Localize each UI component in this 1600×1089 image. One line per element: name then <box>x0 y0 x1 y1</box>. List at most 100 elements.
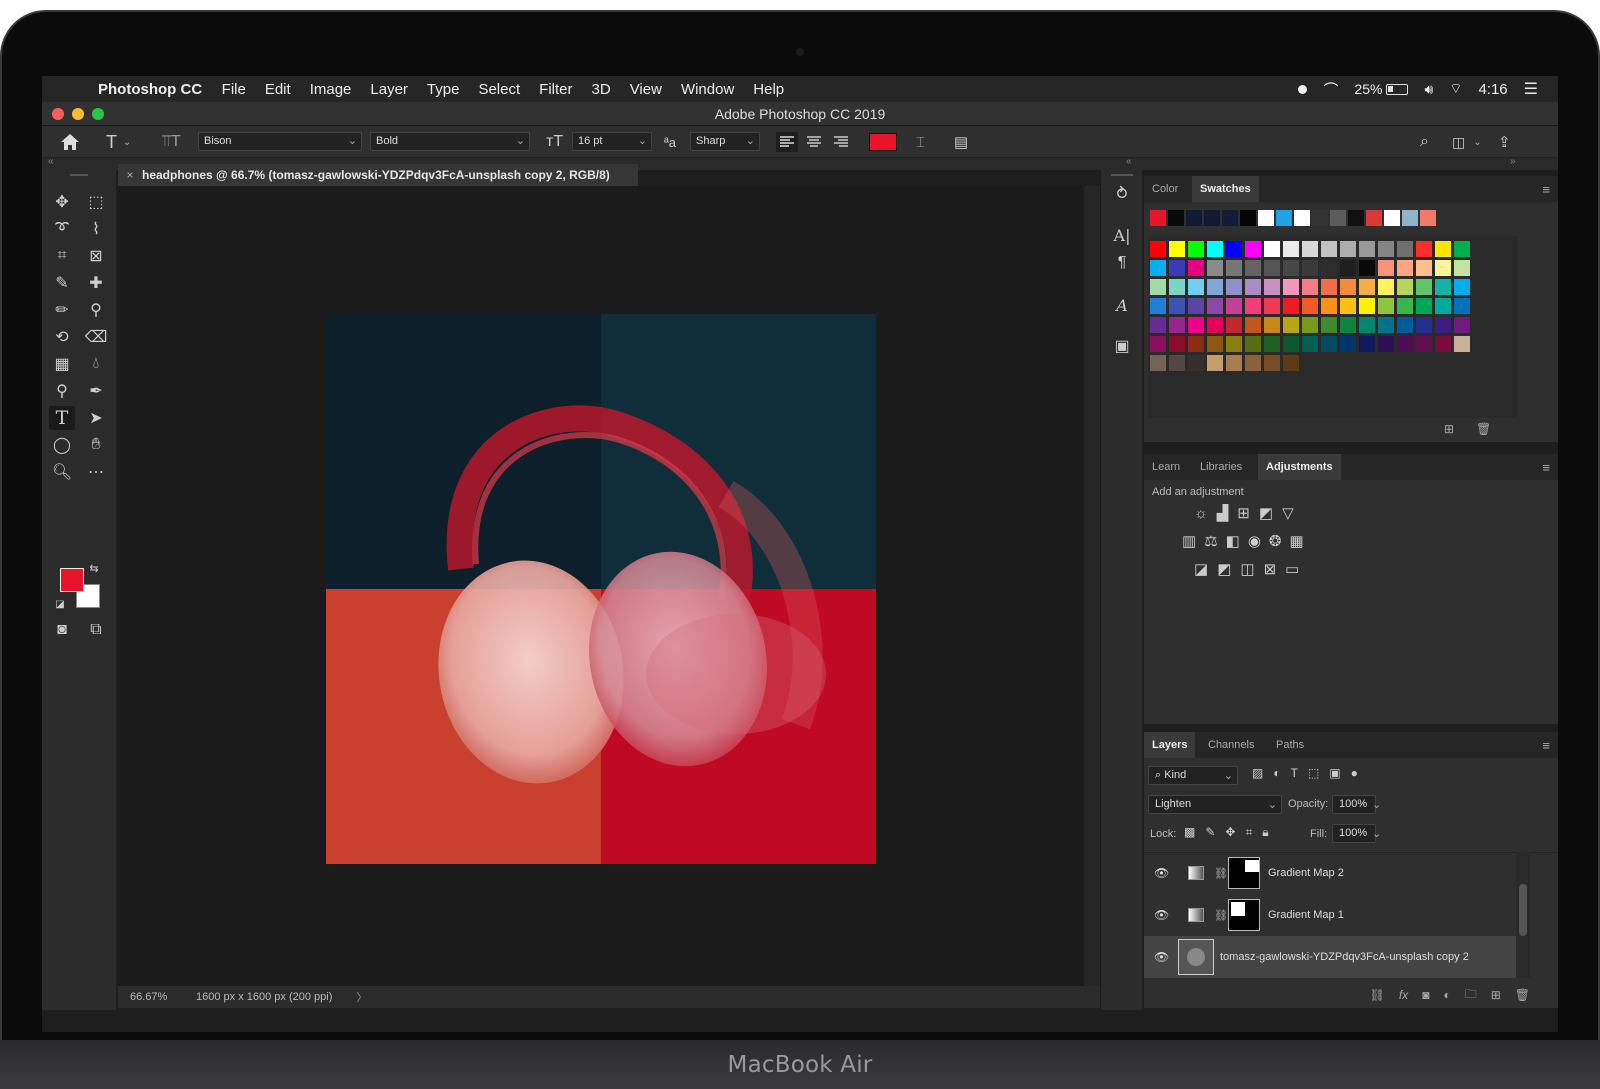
move-tool-icon[interactable]: ✥ <box>49 190 75 214</box>
recent-swatch[interactable] <box>1222 210 1238 226</box>
menu-filter[interactable]: Filter <box>530 81 582 98</box>
recent-swatch[interactable] <box>1294 210 1310 226</box>
swatch[interactable] <box>1378 298 1394 314</box>
swatch[interactable] <box>1321 241 1337 257</box>
tab-layers[interactable]: Layers <box>1144 732 1196 758</box>
type-tool-icon[interactable]: T <box>49 406 75 430</box>
font-size-select[interactable]: 16 pt ⌄ <box>572 132 652 151</box>
swatch[interactable] <box>1454 260 1470 276</box>
ellipse-tool-icon[interactable]: ◯ <box>49 433 75 457</box>
crop-tool-icon[interactable]: ⌗ <box>49 244 75 268</box>
lock-transparent-icon[interactable]: ▩ <box>1184 825 1205 839</box>
properties-panel-icon[interactable]: ▣ <box>1111 336 1133 358</box>
swatch[interactable] <box>1416 279 1432 295</box>
tab-channels[interactable]: Channels <box>1200 732 1262 758</box>
swatch[interactable] <box>1359 317 1375 333</box>
menu-layer[interactable]: Layer <box>361 81 418 98</box>
swatch[interactable] <box>1340 241 1356 257</box>
close-document-icon[interactable]: × <box>118 168 142 182</box>
channel-mixer-icon[interactable]: ❂ <box>1269 533 1290 550</box>
status-menu-chevron-icon[interactable]: 〉 <box>356 989 367 1005</box>
swatch[interactable] <box>1188 279 1204 295</box>
swatch[interactable] <box>1207 336 1223 352</box>
search-icon[interactable]: ⌕ <box>1420 130 1429 154</box>
swatch[interactable] <box>1245 241 1261 257</box>
home-icon[interactable] <box>60 133 80 151</box>
glyphs-panel-icon[interactable]: A <box>1111 296 1133 318</box>
frame-tool-icon[interactable]: ⊠ <box>83 244 109 268</box>
history-panel-icon[interactable]: ⥁ <box>1111 184 1133 206</box>
delete-layer-icon[interactable]: 🗑︎ <box>1515 988 1530 1002</box>
swatch[interactable] <box>1226 260 1242 276</box>
swatch[interactable] <box>1416 317 1432 333</box>
path-selection-tool-icon[interactable]: ➤ <box>83 406 109 430</box>
swatch[interactable] <box>1226 298 1242 314</box>
filter-smart-object-icon[interactable]: ▣ <box>1329 766 1350 780</box>
filter-type-icon[interactable]: T <box>1291 766 1308 780</box>
levels-icon[interactable]: ▟ <box>1217 505 1238 522</box>
text-orientation-icon[interactable]: ⫪T <box>162 130 181 154</box>
swatch[interactable] <box>1188 241 1204 257</box>
tab-swatches[interactable]: Swatches <box>1192 176 1259 202</box>
toolbar-grip[interactable] <box>70 174 88 176</box>
swatch[interactable] <box>1188 260 1204 276</box>
align-left-button[interactable] <box>776 132 798 152</box>
swatch[interactable] <box>1169 298 1185 314</box>
default-colors-icon[interactable]: ◪ <box>52 596 68 612</box>
swatch[interactable] <box>1302 260 1318 276</box>
swatch[interactable] <box>1283 355 1299 371</box>
swatch[interactable] <box>1283 279 1299 295</box>
swatch[interactable] <box>1397 336 1413 352</box>
swatch[interactable] <box>1340 260 1356 276</box>
swatch[interactable] <box>1378 260 1394 276</box>
swatch[interactable] <box>1397 279 1413 295</box>
swatch[interactable] <box>1264 355 1280 371</box>
swatch[interactable] <box>1454 241 1470 257</box>
quick-mask-icon[interactable]: ◙ <box>49 618 75 642</box>
swatch[interactable] <box>1378 241 1394 257</box>
eyedropper-tool-icon[interactable]: ✎ <box>49 271 75 295</box>
color-balance-icon[interactable]: ⚖︎ <box>1204 533 1225 550</box>
recent-swatch[interactable] <box>1348 210 1364 226</box>
swatch[interactable] <box>1359 279 1375 295</box>
posterize-icon[interactable]: ◩ <box>1217 561 1240 578</box>
swatch[interactable] <box>1150 279 1166 295</box>
panel-menu-icon[interactable]: ≡ <box>1542 182 1550 197</box>
zoom-level[interactable]: 66.67% <box>118 991 196 1003</box>
visibility-eye-icon[interactable]: 👁︎ <box>1154 908 1169 922</box>
screen-mode-icon[interactable]: ⧉ <box>83 618 109 642</box>
zoom-tool-icon[interactable]: 🔍︎ <box>49 460 75 484</box>
visibility-eye-icon[interactable]: 👁︎ <box>1154 950 1169 964</box>
swatch[interactable] <box>1264 260 1280 276</box>
eraser-tool-icon[interactable]: ⌫ <box>83 325 109 349</box>
swatch[interactable] <box>1397 241 1413 257</box>
artwork-canvas[interactable] <box>326 314 876 864</box>
swatch[interactable] <box>1264 279 1280 295</box>
color-lookup-icon[interactable]: ▦ <box>1290 533 1312 550</box>
swatch[interactable] <box>1435 317 1451 333</box>
swatch[interactable] <box>1226 279 1242 295</box>
filter-shape-icon[interactable]: ⬚ <box>1308 766 1329 780</box>
swatch[interactable] <box>1435 260 1451 276</box>
swatch[interactable] <box>1397 298 1413 314</box>
lasso-tool-icon[interactable]: ➰︎ <box>49 217 75 241</box>
tab-libraries[interactable]: Libraries <box>1192 454 1250 480</box>
swatch[interactable] <box>1150 260 1166 276</box>
font-style-select[interactable]: Bold ⌄ <box>370 132 530 151</box>
menu-app-name[interactable]: Photoshop CC <box>98 81 212 98</box>
panel-menu-icon[interactable]: ≡ <box>1542 738 1550 753</box>
threshold-icon[interactable]: ◫ <box>1240 561 1263 578</box>
swatch[interactable] <box>1340 298 1356 314</box>
swatch[interactable] <box>1302 336 1318 352</box>
blur-tool-icon[interactable]: 💧︎ <box>83 352 109 376</box>
swatch[interactable] <box>1302 241 1318 257</box>
volume-icon[interactable]: 🔊︎ <box>1424 81 1433 98</box>
brightness-contrast-icon[interactable]: ☼ <box>1194 505 1217 522</box>
swatch[interactable] <box>1207 279 1223 295</box>
new-layer-icon[interactable]: ⊞ <box>1491 988 1501 1002</box>
link-chain-icon[interactable]: ⛓︎ <box>1214 867 1228 880</box>
swatch[interactable] <box>1340 336 1356 352</box>
foreground-color-swatch[interactable] <box>60 568 84 592</box>
swatch[interactable] <box>1207 298 1223 314</box>
collapse-left-icon[interactable]: « <box>48 156 54 167</box>
